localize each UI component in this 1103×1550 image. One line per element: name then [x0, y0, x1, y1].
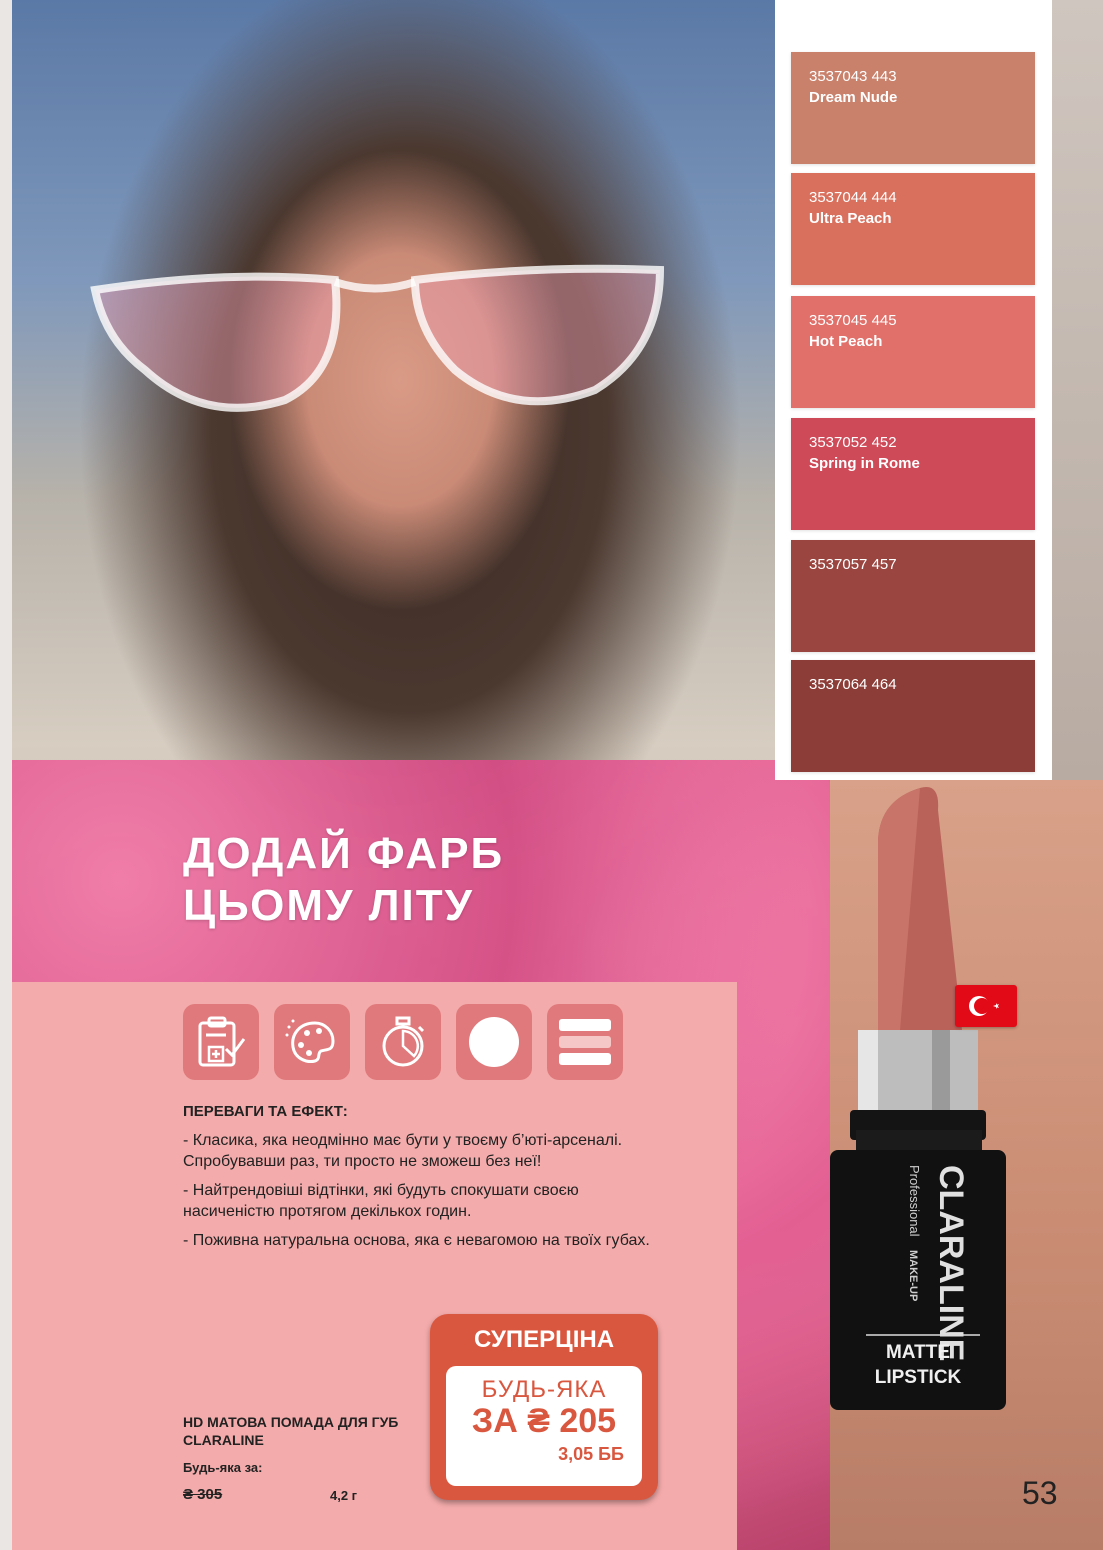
clipboard-check-icon: [183, 1004, 259, 1080]
sunglasses-illustration: [90, 264, 665, 412]
swatch-name: Ultra Peach: [809, 210, 892, 227]
benefit-item: - Найтрендовіші відтінки, які будуть спо…: [183, 1182, 579, 1220]
swatch-code: 3537052 452: [809, 434, 897, 451]
swatch-name: Spring in Rome: [809, 455, 920, 472]
badge-title: СУПЕРЦІНА: [473, 1326, 615, 1353]
benefits-title: ПЕРЕВАГИ ТА ЕФЕКТ:: [183, 1103, 348, 1120]
swatch-code: 3537064 464: [809, 676, 897, 693]
page-number: 53: [1022, 1475, 1058, 1511]
swatch-code: 3537057 457: [809, 556, 897, 573]
lipstick-matte: MATTE: [886, 1342, 950, 1363]
badge-points: 3,05 ББ: [558, 1444, 624, 1464]
swatch-code: 3537043 443: [809, 68, 897, 85]
feature-icons: [183, 1004, 623, 1080]
color-swatch: 3537044 444 Ultra Peach: [791, 173, 1035, 285]
super-price-badge: СУПЕРЦІНА БУДЬ-ЯКА ЗА ₴ 205 3,05 ББ: [430, 1314, 658, 1500]
lipstick-product-image: CLARALINE Professional MAKE-UP MATTE LIP…: [830, 786, 1006, 1410]
right-margin: [1052, 0, 1103, 780]
color-swatch: 3537057 457: [791, 540, 1035, 652]
color-swatch: 3537043 443 Dream Nude: [791, 52, 1035, 164]
lipstick-sub1: Professional: [907, 1165, 922, 1237]
left-margin: [0, 0, 12, 1550]
lipstick-brand: CLARALINE: [932, 1165, 970, 1361]
circle-icon: [456, 1004, 532, 1080]
swatch-code: 3537044 444: [809, 189, 897, 206]
color-swatch: 3537045 445 Hot Peach: [791, 296, 1035, 408]
headline: ДОДАЙ ФАРБ ЦЬОМУ ЛІТУ: [183, 828, 603, 932]
badge-inner: БУДЬ-ЯКА ЗА ₴ 205 3,05 ББ: [446, 1366, 642, 1486]
badge-price: ЗА ₴ 205: [471, 1402, 617, 1440]
product-name: HD МАТОВА ПОМАДА ДЛЯ ГУБ CLARALINE: [183, 1414, 399, 1448]
lipstick-sub2: MAKE-UP: [907, 1250, 919, 1301]
color-swatch: 3537064 464: [791, 660, 1035, 772]
swatch-name: Hot Peach: [809, 333, 883, 350]
old-price: ₴ 305: [183, 1486, 223, 1503]
headline-line-1: ДОДАЙ ФАРБ: [183, 829, 505, 878]
benefit-item: - Класика, яка неодмінно має бути у твоє…: [183, 1132, 623, 1170]
swatch-name: Dream Nude: [809, 89, 898, 106]
layers-icon: [547, 1004, 623, 1080]
color-swatch: 3537052 452 Spring in Rome: [791, 418, 1035, 530]
palette-icon: [274, 1004, 350, 1080]
stopwatch-icon: [365, 1004, 441, 1080]
any-for-label: Будь-яка за:: [183, 1460, 263, 1475]
product-weight: 4,2 г: [330, 1488, 358, 1503]
turkey-flag-icon: [955, 985, 1017, 1027]
lipstick-label: LIPSTICK: [875, 1367, 962, 1388]
benefit-item: - Поживна натуральна основа, яка є неваг…: [183, 1232, 650, 1249]
headline-line-2: ЦЬОМУ ЛІТУ: [183, 881, 475, 930]
swatch-code: 3537045 445: [809, 312, 897, 329]
badge-any: БУДЬ-ЯКА: [481, 1376, 607, 1403]
benefits-list: - Класика, яка неодмінно має бути у твоє…: [183, 1130, 653, 1259]
